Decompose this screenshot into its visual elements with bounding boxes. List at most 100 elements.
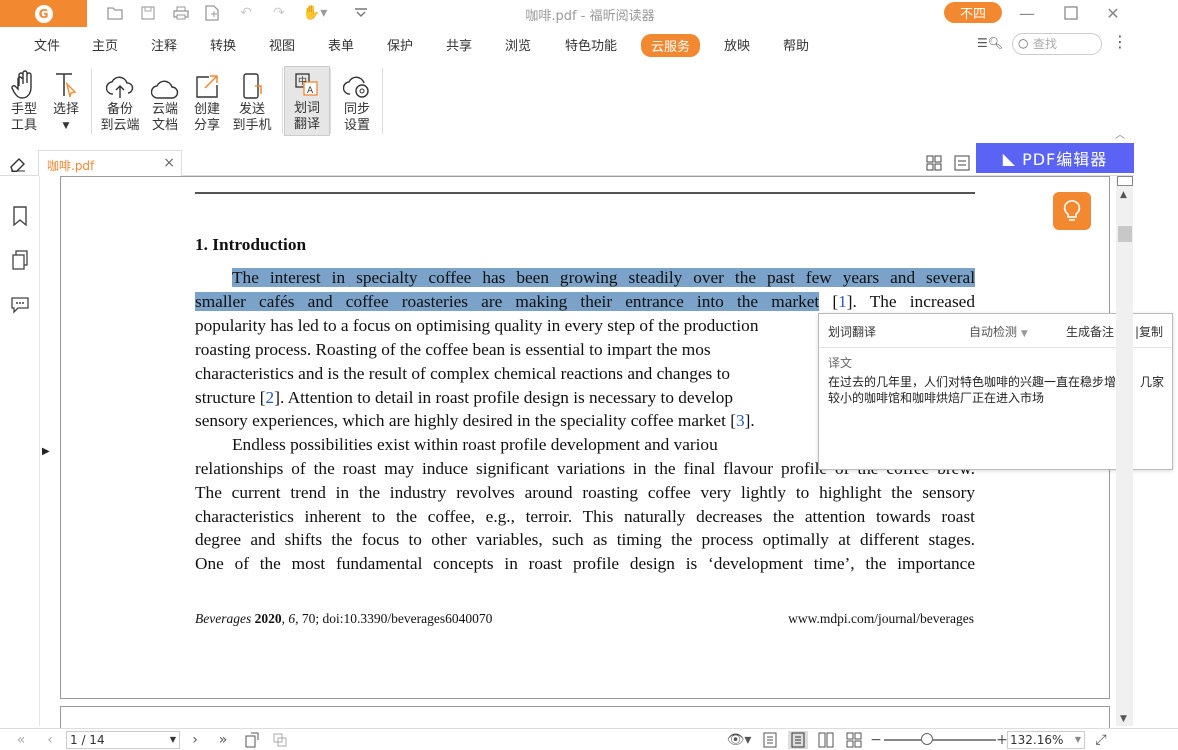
- toolbar-divider: [382, 68, 383, 134]
- scroll-thumb[interactable]: [1118, 226, 1132, 242]
- reference-link[interactable]: 2: [266, 388, 275, 407]
- collapse-ribbon-icon[interactable]: ︿: [1115, 126, 1125, 141]
- hand-tool-button[interactable]: 手型 工具: [1, 68, 47, 134]
- menu-item-7[interactable]: 共享: [446, 35, 472, 54]
- customize-dropdown-icon[interactable]: [350, 3, 372, 23]
- pdf-editor-label: PDF编辑器: [1022, 150, 1108, 169]
- zoom-out-icon[interactable]: −: [870, 731, 882, 749]
- eraser-icon[interactable]: [9, 156, 27, 176]
- translation-label: 译文: [828, 356, 853, 370]
- hand-dropdown-icon[interactable]: ✋▾: [302, 3, 328, 23]
- prev-page-icon[interactable]: ‹: [42, 731, 58, 749]
- first-page-icon[interactable]: «: [12, 731, 30, 749]
- copy-button[interactable]: |复制: [1135, 323, 1163, 340]
- text-span: characteristics inherent to the coffee, …: [195, 507, 975, 526]
- two-page-continuous-icon[interactable]: [845, 731, 863, 749]
- menu-item-6[interactable]: 保护: [387, 35, 413, 54]
- word-translate-button[interactable]: 中A 划词 翻译: [284, 66, 330, 136]
- menu-item-8[interactable]: 浏览: [505, 35, 531, 54]
- page-number-value: 1 / 14: [70, 733, 105, 747]
- svg-text:中: 中: [298, 75, 307, 87]
- comments-icon[interactable]: [10, 294, 30, 318]
- pages-icon[interactable]: [11, 250, 29, 274]
- tool-label: 发送: [238, 102, 265, 117]
- menu-item-1[interactable]: 主页: [92, 35, 118, 54]
- redo-icon[interactable]: ↷: [268, 3, 290, 23]
- text-span: popularity has led to a focus on optimis…: [195, 316, 759, 335]
- cloud-docs-button[interactable]: 云端 文档: [142, 68, 188, 134]
- new-file-icon[interactable]: [201, 3, 223, 23]
- split-handle[interactable]: [1117, 176, 1133, 186]
- fullscreen-icon[interactable]: ⤢: [1093, 731, 1109, 749]
- sync-settings-button[interactable]: 同步 设置: [334, 68, 380, 134]
- svg-text:A: A: [307, 86, 314, 96]
- rotate-icon[interactable]: [243, 731, 261, 749]
- maximize-icon[interactable]: [1056, 2, 1086, 24]
- user-account-button[interactable]: 不四: [944, 2, 1002, 23]
- two-page-icon[interactable]: [817, 731, 835, 749]
- menu-item-5[interactable]: 表单: [328, 35, 354, 54]
- menu-item-10[interactable]: 云服务: [641, 34, 701, 57]
- open-file-icon[interactable]: [104, 3, 126, 23]
- list-search-icon[interactable]: ☰🔍︎: [977, 36, 1009, 52]
- more-options-icon[interactable]: ⋮: [1112, 32, 1128, 51]
- vertical-scrollbar[interactable]: [1116, 176, 1133, 726]
- text-span: ]. The increased: [846, 292, 975, 311]
- tab-document[interactable]: 咖啡.pdf ×: [38, 150, 182, 176]
- menu-item-12[interactable]: 帮助: [783, 35, 809, 54]
- grid-view-icon[interactable]: [926, 155, 942, 175]
- undo-icon[interactable]: ↶: [235, 3, 257, 23]
- zoom-field[interactable]: 132.16% ▼: [1007, 731, 1085, 749]
- generate-note-button[interactable]: 生成备注: [1066, 323, 1114, 340]
- expand-panel-icon[interactable]: ▶: [42, 446, 50, 457]
- extract-icon[interactable]: [271, 731, 289, 749]
- language-select[interactable]: 自动检测 ▼: [969, 323, 1028, 340]
- text-line: One of the most fundamental concepts in …: [195, 554, 975, 574]
- send-to-phone-button[interactable]: 发送 到手机: [229, 68, 275, 134]
- pdf-editor-logo-icon: ◣: [1002, 148, 1017, 168]
- toolbar-divider: [91, 68, 92, 134]
- create-share-button[interactable]: 创建 分享: [184, 68, 230, 134]
- minimize-icon[interactable]: —: [1012, 2, 1042, 24]
- next-page-icon[interactable]: ›: [187, 731, 203, 749]
- single-page-icon[interactable]: [762, 731, 778, 749]
- toolbar-divider: [330, 68, 331, 134]
- view-mode-icon[interactable]: 👁︎▾: [724, 731, 754, 749]
- last-page-icon[interactable]: »: [214, 731, 232, 749]
- app-logo[interactable]: G: [0, 0, 87, 27]
- chevron-down-icon: ▼: [1020, 329, 1028, 339]
- highlighted-text: The interest in specialty coffee has bee…: [232, 268, 975, 287]
- reference-link[interactable]: 3: [736, 411, 745, 430]
- zoom-slider[interactable]: [884, 739, 996, 741]
- menu-item-3[interactable]: 转换: [210, 35, 236, 54]
- document-view-icon[interactable]: [954, 155, 970, 175]
- tab-close-icon[interactable]: ×: [163, 155, 175, 171]
- pdf-editor-button[interactable]: ◣ PDF编辑器: [976, 143, 1134, 173]
- zoom-slider-knob[interactable]: [920, 733, 933, 745]
- tab-label: 咖啡.pdf: [47, 159, 95, 173]
- footer-url: www.mdpi.com/journal/beverages: [788, 611, 974, 626]
- scroll-up-icon[interactable]: ▲: [1120, 190, 1127, 200]
- menu-item-2[interactable]: 注释: [151, 35, 177, 54]
- save-icon[interactable]: [137, 3, 159, 23]
- reference-link[interactable]: 1: [838, 292, 847, 311]
- scroll-down-icon[interactable]: ▼: [1120, 714, 1127, 724]
- menu-item-11[interactable]: 放映: [724, 35, 750, 54]
- tool-label: 手型: [10, 102, 37, 117]
- tool-label: 同步: [343, 102, 370, 117]
- text-span: structure [: [195, 388, 266, 407]
- print-icon[interactable]: [170, 3, 192, 23]
- text-line: characteristics inherent to the coffee, …: [195, 507, 975, 527]
- select-tool-button[interactable]: 选择 ▼: [43, 68, 89, 134]
- chevron-down-icon: ▼: [1074, 735, 1081, 744]
- close-icon[interactable]: ✕: [1098, 2, 1128, 24]
- menu-item-4[interactable]: 视图: [269, 35, 295, 54]
- backup-to-cloud-button[interactable]: 备份 到云端: [97, 68, 143, 134]
- menu-item-0[interactable]: 文件: [34, 35, 60, 54]
- text-span: ]. Attention to detail in roast profile …: [274, 388, 733, 407]
- continuous-page-icon[interactable]: [788, 731, 808, 749]
- bookmark-icon[interactable]: [11, 206, 29, 230]
- menu-item-9[interactable]: 特色功能: [565, 35, 617, 54]
- page-number-field[interactable]: 1 / 14 ▼: [66, 731, 180, 749]
- lightbulb-tip-button[interactable]: [1053, 192, 1091, 230]
